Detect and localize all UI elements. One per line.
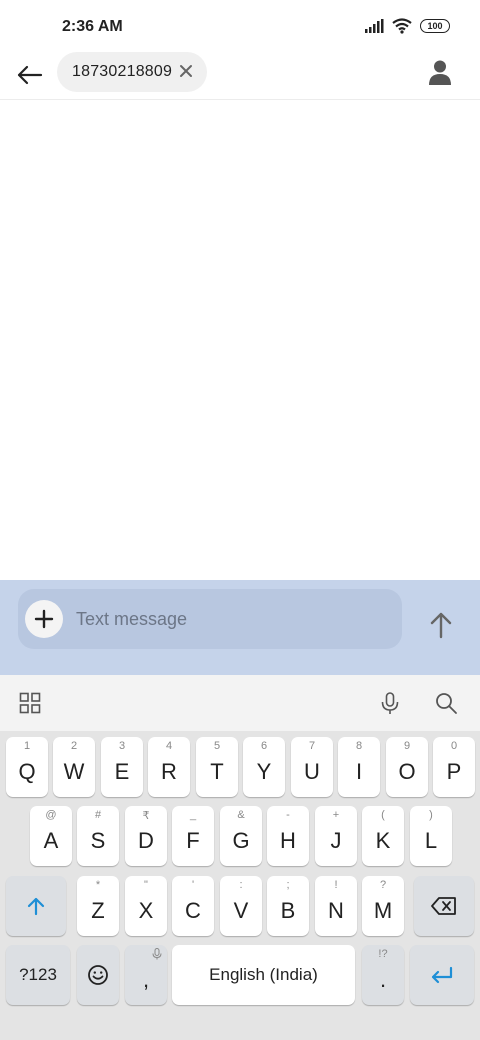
- key-t[interactable]: 5T: [196, 737, 238, 797]
- status-time: 2:36 AM: [62, 18, 123, 35]
- attach-button[interactable]: [25, 600, 63, 638]
- key-k[interactable]: (K: [362, 806, 404, 866]
- message-input[interactable]: Text message: [18, 589, 402, 649]
- key-f[interactable]: _ F: [172, 806, 214, 866]
- wifi-icon: [392, 18, 412, 34]
- shift-arrow-icon: [27, 897, 45, 916]
- signal-icon: [365, 19, 384, 33]
- battery-icon: 100: [420, 19, 450, 33]
- enter-icon: [431, 966, 453, 984]
- key-o[interactable]: 9O: [386, 737, 428, 797]
- key-s[interactable]: # S: [77, 806, 119, 866]
- key-l[interactable]: ) L: [410, 806, 452, 866]
- key-r[interactable]: 4R: [148, 737, 190, 797]
- symbols-key[interactable]: ?123: [6, 945, 70, 1005]
- key-n[interactable]: ! N: [315, 876, 357, 936]
- key-p[interactable]: 0P: [433, 737, 475, 797]
- key-j[interactable]: + J: [315, 806, 357, 866]
- conversation-header: 18730218809: [0, 52, 480, 100]
- microphone-icon[interactable]: [378, 691, 402, 715]
- key-v[interactable]: :V: [220, 876, 262, 936]
- contact-icon[interactable]: [426, 58, 454, 86]
- search-icon[interactable]: [434, 691, 458, 715]
- recipient-number: 18730218809: [72, 63, 173, 80]
- emoji-icon: [88, 965, 108, 985]
- mic-hint-icon: [152, 948, 162, 960]
- key-a[interactable]: @ A: [30, 806, 72, 866]
- message-placeholder: Text message: [76, 609, 188, 629]
- apps-grid-icon[interactable]: [18, 691, 42, 715]
- space-key[interactable]: English (India): [172, 945, 355, 1005]
- keyboard-toolbar: [0, 675, 480, 731]
- key-h[interactable]: -H: [267, 806, 309, 866]
- key-b[interactable]: ; B: [267, 876, 309, 936]
- enter-key[interactable]: [410, 945, 474, 1005]
- emoji-key[interactable]: [77, 945, 119, 1005]
- key-d[interactable]: ₹ D: [125, 806, 167, 866]
- remove-recipient-icon[interactable]: [177, 62, 195, 80]
- status-icons: 100: [364, 18, 450, 34]
- key-y[interactable]: 6Y: [243, 737, 285, 797]
- key-z[interactable]: * Z: [77, 876, 119, 936]
- key-x[interactable]: " X: [125, 876, 167, 936]
- backspace-icon: [431, 897, 456, 915]
- status-bar: 2:36 AM 100: [0, 0, 480, 52]
- compose-bar: Text message: [0, 580, 480, 675]
- backspace-key[interactable]: [414, 876, 474, 936]
- keyboard: 1Q 2W 3E 4R 5T 6Y 7U 8I 9O 0P @ A # S ₹ D _…: [0, 731, 480, 1040]
- key-u[interactable]: 7U: [291, 737, 333, 797]
- shift-key[interactable]: [6, 876, 66, 936]
- comma-key[interactable]: ,: [125, 945, 167, 1005]
- key-q[interactable]: 1Q: [6, 737, 48, 797]
- recipient-chip[interactable]: 18730218809: [57, 52, 207, 92]
- key-c[interactable]: ' C: [172, 876, 214, 936]
- key-w[interactable]: 2W: [53, 737, 95, 797]
- key-e[interactable]: 3E: [101, 737, 143, 797]
- key-m[interactable]: ? M: [362, 876, 404, 936]
- period-key[interactable]: !?.: [362, 945, 404, 1005]
- key-i[interactable]: 8I: [338, 737, 380, 797]
- key-g[interactable]: & G: [220, 806, 262, 866]
- messaging-screen: 2:36 AM 100 18730218809 Text message 1 Q…: [0, 0, 480, 1040]
- back-arrow-icon[interactable]: [14, 60, 44, 90]
- send-arrow-icon[interactable]: [424, 608, 458, 642]
- plus-icon: [34, 609, 54, 629]
